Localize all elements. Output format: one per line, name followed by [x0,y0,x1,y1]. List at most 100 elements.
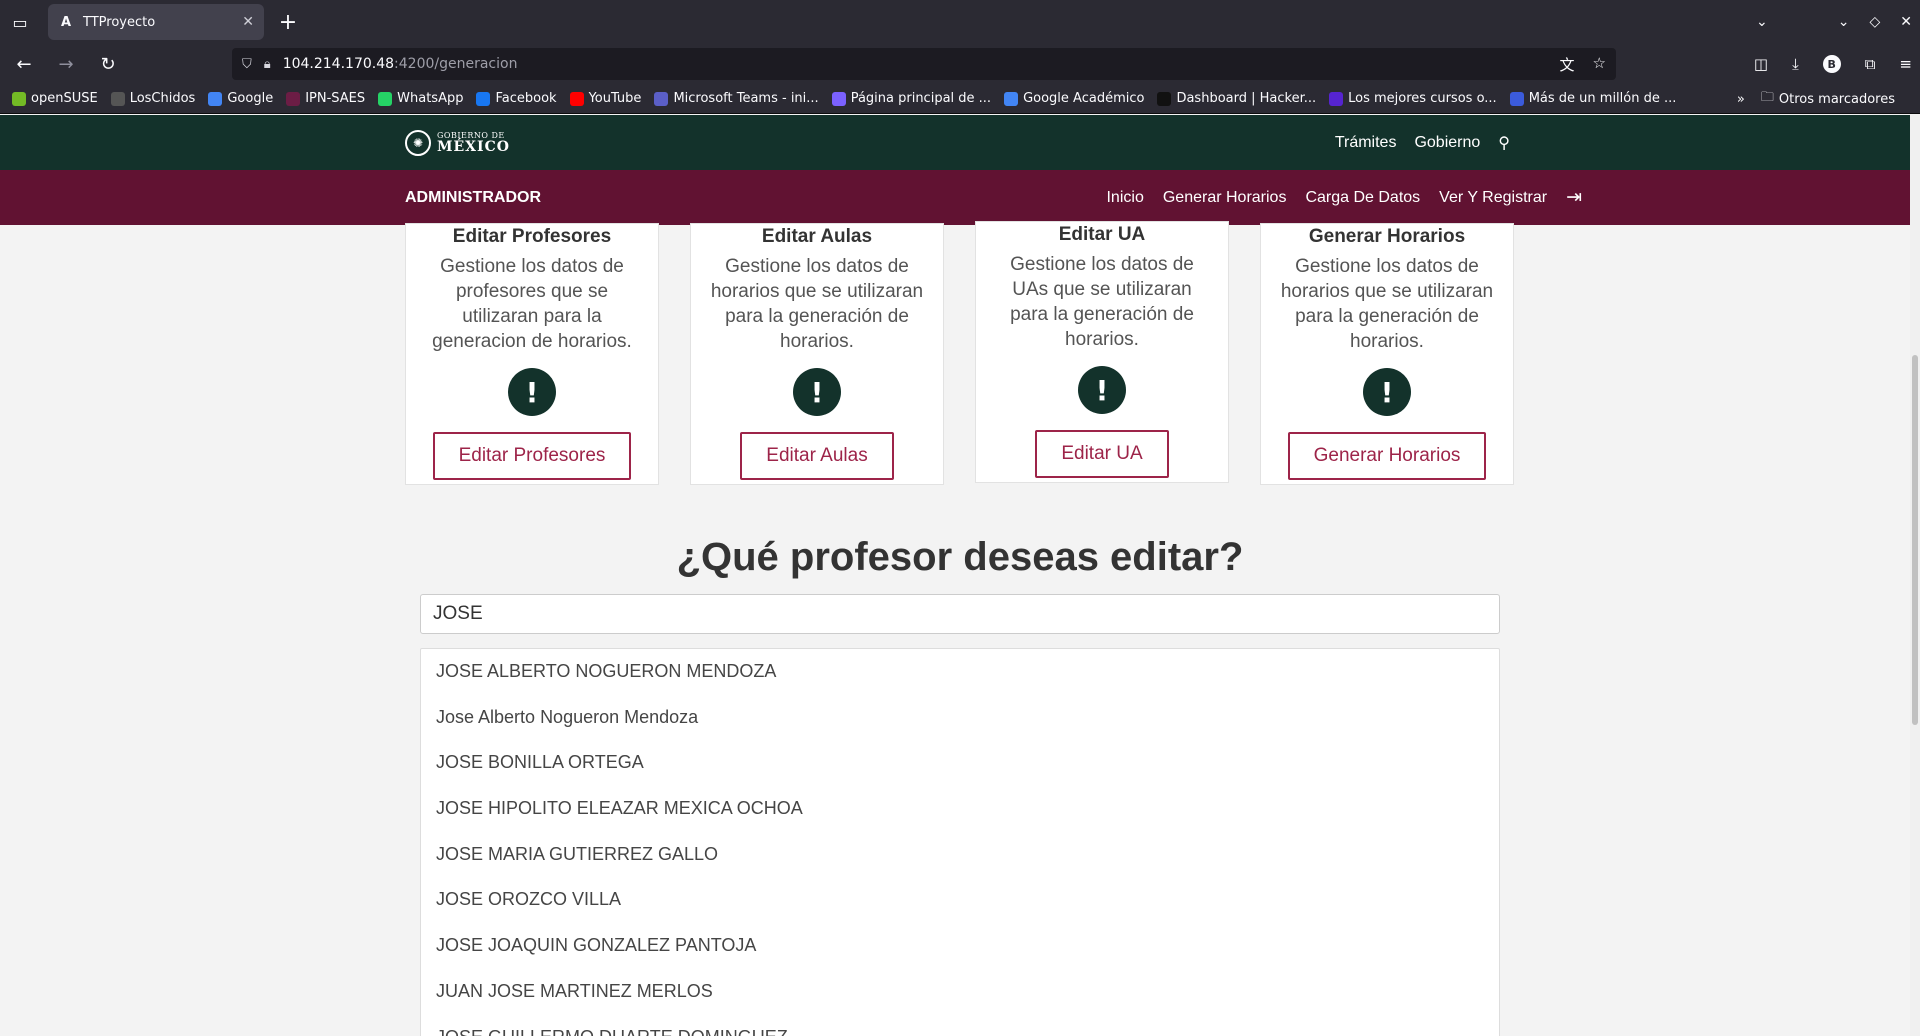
bookmark-label: IPN-SAES [305,91,366,106]
card-description: Gestione los datos de horarios que se ut… [1280,256,1494,352]
search-results-list: JOSE ALBERTO NOGUERON MENDOZA Jose Alber… [420,648,1500,1036]
admin-link-ver-registrar[interactable]: Ver Y Registrar [1439,189,1547,207]
other-bookmarks-label: Otros marcadores [1778,91,1895,107]
tab-list-icon[interactable]: ▭ [0,0,40,44]
card-title: Editar Profesores [452,226,612,247]
bookmark-label: Página principal de ... [850,91,992,106]
browser-tab[interactable]: A TTProyecto ✕ [48,4,264,40]
bookmark-item[interactable]: YouTube [569,91,642,106]
page-scrollbar[interactable] [1910,115,1920,1036]
bookmark-favicon-icon [654,91,669,106]
admin-title: ADMINISTRADOR [405,188,541,206]
search-icon[interactable]: ⚲ [1498,133,1510,153]
bookmark-item[interactable]: openSUSE [12,91,98,106]
bookmark-item[interactable]: Los mejores cursos o... [1329,91,1497,106]
result-item[interactable]: JOSE GUILLERMO DUARTE DOMINGUEZ [421,1025,1499,1036]
translate-icon[interactable]: 文 [1560,54,1575,75]
menu-icon[interactable]: ≡ [1899,55,1912,73]
admin-link-carga-datos[interactable]: Carga De Datos [1305,189,1420,207]
extensions-icon[interactable]: ⧉ [1865,55,1876,73]
bookmark-label: Más de un millón de ... [1528,91,1677,106]
bookmark-favicon-icon [831,91,846,106]
card-description: Gestione los datos de UAs que se utiliza… [1010,254,1194,350]
pocket-icon[interactable]: ◫ [1754,55,1768,73]
browser-nav-bar: ← → ↻ ⛉ 🔒︎ 104.214.170.48 :4200/generaci… [0,44,1920,84]
url-bar[interactable]: ⛉ 🔒︎ 104.214.170.48 :4200/generacion 文 ☆ [232,48,1616,80]
shield-icon[interactable]: ⛉ [242,57,252,72]
bookmark-favicon-icon [378,91,393,106]
bookmark-label: YouTube [588,91,642,106]
tab-close-icon[interactable]: ✕ [242,14,254,30]
result-item[interactable]: JOSE BONILLA ORTEGA [421,750,1499,796]
lock-icon[interactable]: 🔒︎ [264,57,271,72]
page-viewport: ✺ GOBIERNO DE MÉXICO Trámites Gobierno ⚲… [0,115,1920,1036]
forward-button[interactable]: → [48,48,84,80]
generar-horarios-button[interactable]: Generar Horarios [1287,432,1487,480]
nav-link-tramites[interactable]: Trámites [1335,134,1397,152]
bookmarks-overflow-icon[interactable]: » [1737,92,1745,107]
url-path: :4200/generacion [394,56,518,72]
back-button[interactable]: ← [6,48,42,80]
gob-mx-logo[interactable]: ✺ GOBIERNO DE MÉXICO [405,130,510,156]
logo-big-text: MÉXICO [437,139,510,155]
bookmark-item[interactable]: Facebook [476,91,557,106]
bookmark-item[interactable]: Dashboard | Hacker... [1157,91,1316,106]
bookmark-item[interactable]: Google [208,91,273,106]
new-tab-button[interactable]: + [270,4,306,40]
bookmark-favicon-icon [12,91,26,106]
bookmark-label: Los mejores cursos o... [1348,91,1497,106]
card-title: Editar Aulas [761,226,873,247]
editar-profesores-button[interactable]: Editar Profesores [432,432,632,480]
card-editar-ua: Editar UA Gestione los datos de UAs que … [975,221,1229,483]
bookmark-favicon-icon [476,91,491,106]
bookmark-star-icon[interactable]: ☆ [1593,54,1606,75]
maximize-icon[interactable]: ◇ [1869,14,1880,30]
card-generar-horarios: Generar Horarios Gestione los datos de h… [1260,223,1514,485]
admin-link-inicio[interactable]: Inicio [1106,189,1143,207]
minimize-icon[interactable]: ⌄ [1838,14,1850,30]
url-host: 104.214.170.48 [282,56,395,72]
admin-nav: Inicio Generar Horarios Carga De Datos V… [1106,170,1582,225]
bookmark-favicon-icon [286,91,301,106]
editar-aulas-button[interactable]: Editar Aulas [740,432,894,480]
other-bookmarks-folder[interactable]: 🗀︎ Otros marcadores [1761,88,1895,110]
profile-avatar[interactable]: B [1822,55,1841,73]
card-title: Generar Horarios [1308,226,1466,247]
download-icon[interactable]: ⤓ [1792,55,1799,73]
admin-link-generar-horarios[interactable]: Generar Horarios [1163,189,1287,207]
bookmark-label: Google Académico [1023,91,1145,106]
bookmark-label: Dashboard | Hacker... [1176,91,1317,106]
result-item[interactable]: JOSE OROZCO VILLA [421,887,1499,933]
tab-overflow-chevron-icon[interactable]: ⌄ [1756,14,1768,30]
gov-nav: Trámites Gobierno ⚲ [1335,115,1510,170]
bookmark-item[interactable]: Página principal de ... [831,91,992,106]
bookmark-item[interactable]: LosChidos [110,91,196,106]
tab-favicon-icon: A [60,14,72,30]
toolbar-right: ◫ ⤓ B ⧉ ≡ [1754,44,1912,84]
bookmark-item[interactable]: IPN-SAES [286,91,365,106]
bookmark-item[interactable]: Microsoft Teams - ini... [654,91,819,106]
result-item[interactable]: JOSE ALBERTO NOGUERON MENDOZA [421,659,1499,705]
result-item[interactable]: JOSE HIPOLITO ELEAZAR MEXICA OCHOA [421,796,1499,842]
result-item[interactable]: JUAN JOSE MARTINEZ MERLOS [421,979,1499,1025]
result-item[interactable]: Jose Alberto Nogueron Mendoza [421,705,1499,751]
card-description: Gestione los datos de horarios que se ut… [710,256,924,352]
professor-search-input[interactable] [420,594,1500,634]
bookmark-favicon-icon [569,91,584,106]
scrollbar-thumb[interactable] [1912,355,1918,725]
bookmark-item[interactable]: Google Académico [1004,91,1144,106]
reload-button[interactable]: ↻ [90,48,126,80]
result-item[interactable]: JOSE JOAQUIN GONZALEZ PANTOJA [421,933,1499,979]
bookmark-label: LosChidos [129,91,196,106]
result-item[interactable]: JOSE MARIA GUTIERREZ GALLO [421,842,1499,888]
seal-icon: ✺ [405,130,431,156]
logout-icon[interactable]: ⇥ [1566,186,1582,209]
close-window-icon[interactable]: ✕ [1900,14,1912,30]
bookmark-item[interactable]: Más de un millón de ... [1509,91,1677,106]
editar-ua-button[interactable]: Editar UA [1035,430,1169,478]
nav-link-gobierno[interactable]: Gobierno [1414,134,1480,152]
bookmarks-bar: openSUSE LosChidos Google IPN-SAES Whats… [0,84,1920,114]
bookmark-item[interactable]: WhatsApp [378,91,463,106]
exclamation-icon: ! [793,368,841,416]
gov-header: ✺ GOBIERNO DE MÉXICO Trámites Gobierno ⚲ [0,115,1920,170]
